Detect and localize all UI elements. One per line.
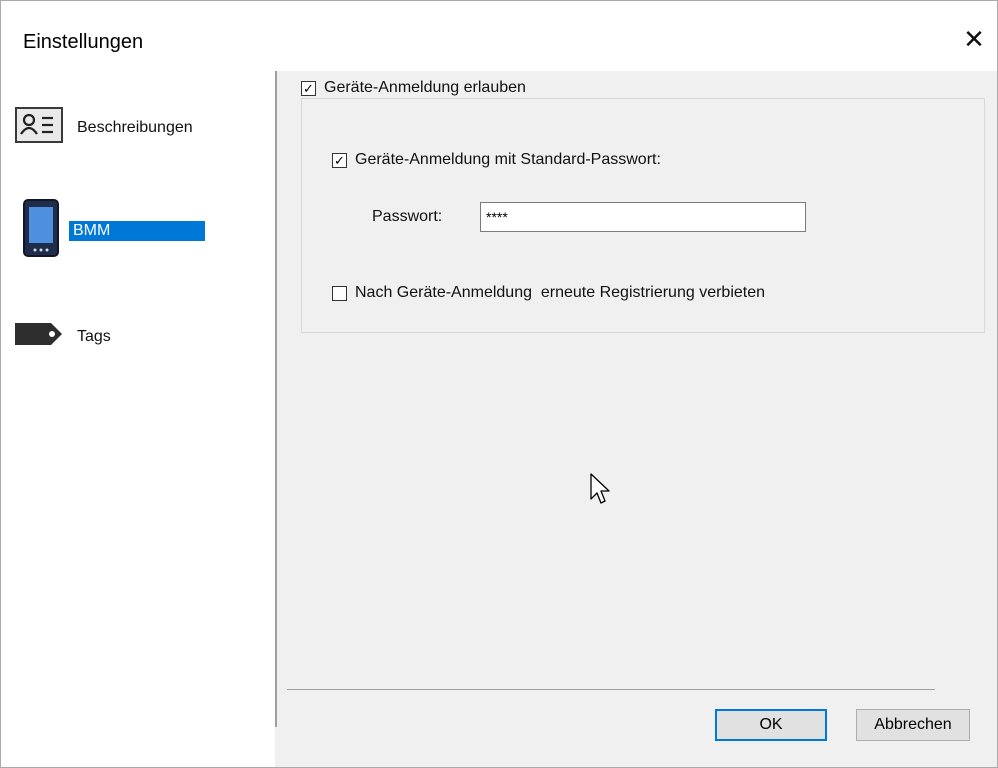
sidebar-item-label: Tags — [77, 327, 111, 345]
password-label: Passwort: — [372, 208, 443, 225]
sidebar-item-beschreibungen[interactable]: Beschreibungen — [15, 107, 197, 148]
checkmark-icon: ✓ — [334, 152, 345, 168]
forbid-reregistration-row: Nach Geräte-Anmeldung erneute Registrier… — [332, 284, 765, 302]
default-password-row: ✓ Geräte-Anmeldung mit Standard-Passwort… — [332, 151, 661, 169]
checkmark-icon: ✓ — [303, 80, 314, 96]
default-password-checkbox[interactable]: ✓ — [332, 152, 347, 168]
content-panel: ✓ Geräte-Anmeldung mit Standard-Passwort… — [277, 71, 997, 767]
password-row: Passwort: — [372, 202, 806, 232]
password-input[interactable] — [480, 202, 806, 232]
default-password-label: Geräte-Anmeldung mit Standard-Passwort: — [355, 151, 661, 168]
sidebar-item-label: BMM — [69, 220, 205, 241]
tag-icon — [15, 321, 63, 352]
sidebar-item-label: Beschreibungen — [77, 118, 193, 136]
mobile-device-icon — [23, 199, 59, 262]
settings-dialog: Einstellungen ✕ Beschreibungen BMM Tags … — [0, 0, 998, 768]
sidebar: Beschreibungen BMM Tags — [1, 71, 275, 767]
sidebar-item-tags[interactable]: Tags — [15, 321, 115, 352]
ok-button[interactable]: OK — [715, 709, 827, 741]
allow-device-login-checkbox[interactable]: ✓ — [301, 80, 316, 96]
close-button[interactable]: ✕ — [951, 19, 997, 59]
dialog-title: Einstellungen — [23, 31, 144, 53]
forbid-reregistration-label: Nach Geräte-Anmeldung erneute Registrier… — [355, 284, 766, 301]
allow-device-login-label: Geräte-Anmeldung erlauben — [324, 79, 526, 96]
sidebar-item-bmm[interactable]: BMM — [23, 199, 205, 262]
contact-card-icon — [15, 107, 63, 148]
device-login-group: ✓ Geräte-Anmeldung mit Standard-Passwort… — [301, 98, 985, 333]
cancel-button[interactable]: Abbrechen — [856, 709, 970, 741]
allow-device-login-row: ✓ Geräte-Anmeldung erlauben — [301, 79, 534, 97]
close-icon: ✕ — [963, 23, 985, 54]
mouse-pointer-icon — [590, 473, 612, 512]
title-bar: Einstellungen ✕ — [1, 1, 997, 71]
forbid-reregistration-checkbox[interactable] — [332, 285, 347, 301]
button-separator — [287, 689, 935, 690]
